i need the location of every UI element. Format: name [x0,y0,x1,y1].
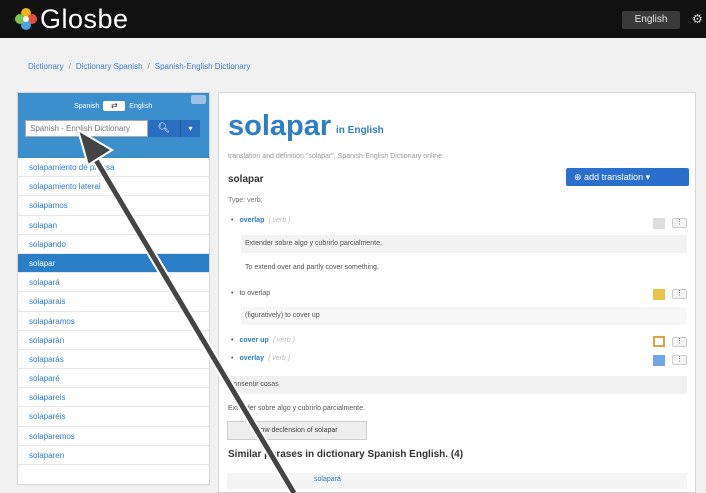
more-button[interactable]: ⋮ [672,218,687,228]
add-translation-button[interactable]: ⊕ add translation ▾ [566,168,689,186]
add-translation-label: add translation [584,172,644,182]
chevron-down-icon[interactable]: ▾ [180,120,200,137]
similar-phrase-link[interactable]: solapará [314,476,341,483]
translation-link[interactable]: cover up [239,337,268,344]
thumbnail-icon[interactable] [653,218,665,229]
breadcrumb-spanish-english[interactable]: Spanish-English Dictionary [155,62,251,71]
chevron-down-icon: ▾ [645,172,651,182]
flower-logo-icon [15,8,37,30]
more-button[interactable]: ⋮ [672,355,687,365]
list-item[interactable]: solapan [18,216,209,235]
bullet: • [231,217,234,224]
list-item[interactable]: solaparán [18,331,209,350]
subtitle: translation and definition "solapar", Sp… [228,153,442,160]
swap-icon[interactable]: ⇄ [103,101,126,111]
language-switch: Spanish ⇄ English [74,101,152,111]
list-item[interactable]: solapáramos [18,312,209,331]
list-item[interactable]: solapamiento lateral [18,177,209,197]
related-phrase: consentir cosas [227,376,687,394]
bullet: • [231,355,234,362]
translation-item: • cover up { verb } [231,337,295,344]
page-title: solapar [228,110,332,142]
list-item-active[interactable]: solapar [18,253,209,274]
example-english: To extend over and partly cover somethin… [245,264,379,271]
search-icon[interactable]: 🔍︎ [148,120,180,137]
to-language[interactable]: English [129,103,152,110]
list-item[interactable]: solaparé [18,369,209,389]
list-item[interactable]: solaparás [18,350,209,370]
show-declension-button[interactable]: Show declension of solapar [227,421,367,440]
similar-phrases-heading: Similar phrases in dictionary Spanish En… [228,449,464,460]
more-button[interactable]: ⋮ [672,337,687,347]
list-item[interactable]: solaparéis [18,407,209,427]
gear-icon[interactable]: ⚙ [692,12,703,26]
bullet: • [231,337,234,344]
translation-item: • overlap { verb } [231,217,291,224]
main-content: solapar in English translation and defin… [218,92,696,493]
breadcrumb-separator: / [147,62,150,71]
breadcrumb-dictionary-spanish[interactable]: Dictionary Spanish [76,62,143,71]
sidebar-header: Spanish ⇄ English 🔍︎ ▾ [18,93,209,158]
breadcrumb-dictionary[interactable]: Dictionary [28,62,64,71]
search-input[interactable] [25,120,148,137]
word-list: solapamiento de prensa solapamiento late… [18,158,209,465]
logo-text: Glosbe [40,3,129,34]
grip-icon [191,95,206,104]
example-spanish: Extender sobre algo y cubrirlo parcialme… [241,235,687,253]
from-language[interactable]: Spanish [74,103,99,110]
translation-item: • to overlap [231,290,270,297]
list-item[interactable]: solapará [18,273,209,293]
breadcrumb: Dictionary / Dictionary Spanish / Spanish-En… [28,62,250,71]
search-bar: 🔍︎ ▾ [25,120,202,137]
language-button[interactable]: English [622,11,680,29]
type-label: Type: verb; [228,197,263,204]
pos-label: { verb } [267,355,291,362]
list-item[interactable]: solapamos [18,196,209,216]
breadcrumb-separator: / [68,62,71,71]
list-item[interactable]: solaparen [18,446,209,465]
entry-heading: solapar [228,174,264,185]
definition-text: Extender sobre algo y cubrirlo parcialme… [228,405,365,412]
translation-link[interactable]: overlap [239,217,264,224]
pos-label: { verb } [268,217,291,224]
glosbe-logo[interactable]: Glosbe [14,4,129,34]
pos-label: { verb } [272,337,295,344]
list-item[interactable]: solapamiento de prensa [18,158,209,178]
thumbnail-icon[interactable] [653,355,665,366]
example-note: (figuratively) to cover up [241,307,687,325]
translation-link[interactable]: to overlap [239,290,270,297]
translation-item: • overlay{ verb } [231,355,290,362]
bullet: • [231,290,234,297]
translation-link[interactable]: overlay [239,355,264,362]
thumbnail-icon[interactable] [653,336,665,347]
more-button[interactable]: ⋮ [672,289,687,299]
list-item[interactable]: solaparemos [18,427,209,446]
thumbnail-icon[interactable] [653,289,665,300]
list-item[interactable]: solaparais [18,292,209,312]
list-item[interactable]: solapareis [18,388,209,408]
in-language-label: in English [336,125,384,136]
sidebar: Spanish ⇄ English 🔍︎ ▾ solapamiento de p… [17,92,210,485]
top-bar: Glosbe English ⚙ [0,0,706,38]
list-item[interactable]: solapando [18,235,209,254]
similar-phrase-row [227,473,687,489]
plus-icon: ⊕ [574,172,582,182]
